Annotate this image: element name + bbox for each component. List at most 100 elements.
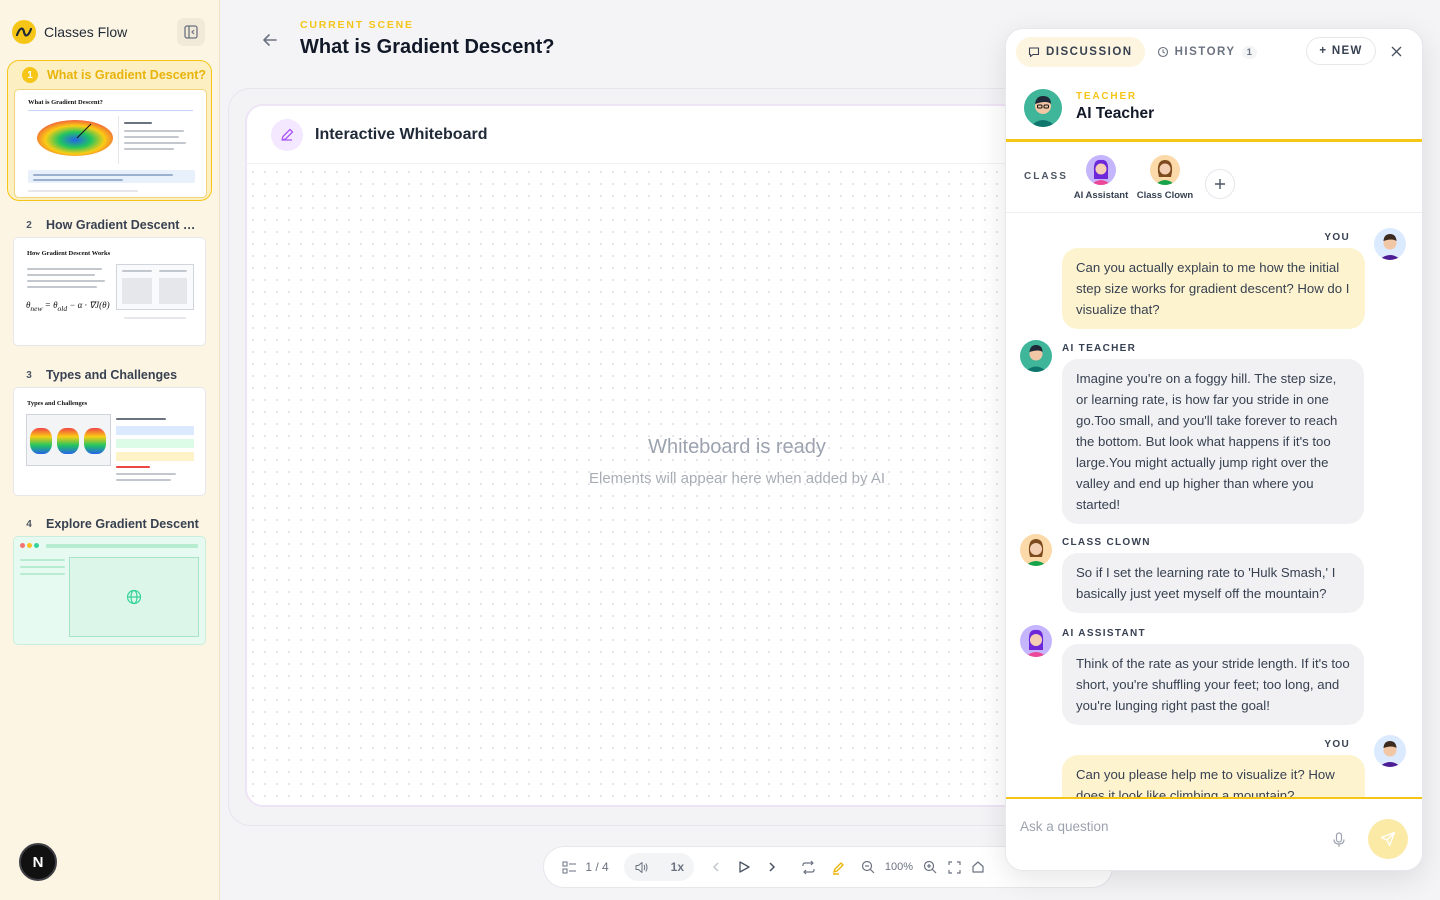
class-member-name: Class Clown: [1136, 190, 1194, 201]
home-button[interactable]: [968, 853, 988, 881]
user-avatar-button[interactable]: N: [19, 843, 57, 881]
whiteboard-ready-subtitle: Elements will appear here when added by …: [588, 470, 885, 487]
page-title: What is Gradient Descent?: [300, 36, 555, 58]
playback-speed-button[interactable]: 1x: [671, 860, 684, 874]
play-icon: [739, 861, 750, 873]
ai-assistant-avatar: [1020, 625, 1052, 657]
sidebar-header: Classes Flow: [12, 18, 205, 46]
tab-history[interactable]: HISTORY 1: [1145, 37, 1269, 67]
tab-label: HISTORY: [1174, 46, 1236, 58]
message-sender: AI TEACHER: [1062, 343, 1137, 354]
next-button[interactable]: [762, 853, 782, 881]
send-button[interactable]: [1368, 819, 1408, 859]
globe-icon: [126, 589, 142, 605]
user-avatar: [1374, 735, 1406, 767]
scene-thumbnail: How Gradient Descent Works θnew = θold −…: [13, 237, 206, 346]
message-bubble: So if I set the learning rate to 'Hulk S…: [1062, 553, 1364, 613]
close-icon: [1391, 46, 1401, 56]
zoom-level: 100%: [884, 861, 914, 873]
scene-item-3[interactable]: 3 Types and Challenges Types and Challeng…: [7, 361, 212, 501]
thumb-title: What is Gradient Descent?: [28, 99, 103, 106]
message-sender: AI ASSISTANT: [1062, 628, 1146, 639]
plus-icon: [1215, 179, 1225, 189]
class-member-ai-assistant[interactable]: AI Assistant: [1066, 155, 1136, 201]
annotate-button[interactable]: [828, 853, 848, 881]
play-button[interactable]: [734, 853, 754, 881]
fullscreen-button[interactable]: [944, 853, 964, 881]
scene-item-2[interactable]: 2 How Gradient Descent Works How Gradient…: [7, 211, 212, 351]
whiteboard-canvas[interactable]: Interactive Whiteboard Whiteboard is rea…: [245, 104, 1065, 807]
whiteboard-ready-title: Whiteboard is ready: [648, 436, 826, 458]
class-label: CLASS: [1024, 171, 1068, 182]
prev-button[interactable]: [706, 853, 726, 881]
scene-title: How Gradient Descent Works: [46, 218, 206, 232]
message-bubble: Think of the rate as your stride length.…: [1062, 644, 1364, 725]
app-title: Classes Flow: [44, 24, 128, 40]
scene-title: Explore Gradient Descent: [46, 517, 199, 531]
scene-number: 2: [26, 219, 32, 231]
history-count-badge: 1: [1241, 45, 1257, 59]
scene-list-button[interactable]: [560, 853, 578, 881]
send-icon: [1380, 831, 1396, 847]
loss-surface-graphic: [37, 120, 113, 156]
scene-title: Types and Challenges: [46, 368, 178, 382]
volume-icon[interactable]: [634, 860, 649, 875]
message-sender: YOU: [1324, 232, 1350, 243]
teacher-header: TEACHER AI Teacher: [1006, 85, 1422, 142]
class-member-name: AI Assistant: [1073, 190, 1129, 201]
zoom-in-button[interactable]: [920, 853, 940, 881]
new-discussion-button[interactable]: + NEW: [1306, 37, 1376, 65]
chat-panel: DISCUSSION HISTORY 1 + NEW TEACHER AI Te…: [1005, 28, 1423, 871]
repeat-icon: [801, 860, 815, 874]
chat-input-area: [1006, 797, 1422, 870]
microphone-icon: [1333, 832, 1345, 847]
page-indicator: 1 / 4: [585, 860, 609, 874]
message-bubble: Imagine you're on a foggy hill. The step…: [1062, 359, 1364, 524]
user-avatar: [1374, 228, 1406, 260]
whiteboard-title: Interactive Whiteboard: [315, 126, 488, 143]
message-bubble: Can you actually explain to me how the i…: [1062, 248, 1365, 329]
teacher-role-label: TEACHER: [1076, 91, 1137, 102]
thumb-title: Types and Challenges: [27, 400, 88, 407]
collapse-sidebar-button[interactable]: [177, 18, 205, 46]
chevron-left-icon: [712, 862, 719, 872]
ai-assistant-avatar: [1086, 155, 1116, 185]
chat-tabs: DISCUSSION HISTORY 1: [1016, 37, 1269, 67]
class-member-class-clown[interactable]: Class Clown: [1130, 155, 1200, 201]
class-clown-avatar: [1020, 534, 1052, 566]
current-scene-label: CURRENT SCENE: [300, 19, 414, 31]
app-logo-icon: [12, 20, 36, 44]
voice-input-button[interactable]: [1330, 831, 1348, 849]
scene-title: What is Gradient Descent?: [47, 68, 207, 82]
scene-item-4[interactable]: 4 Explore Gradient Descent: [7, 510, 212, 650]
zoom-in-icon: [923, 860, 937, 874]
history-icon: [1157, 46, 1168, 58]
thumb-title: How Gradient Descent Works: [27, 250, 111, 257]
highlighter-icon: [832, 861, 844, 875]
message-bubble: Can you please help me to visualize it? …: [1062, 755, 1365, 797]
arrow-left-icon: [263, 34, 277, 46]
chat-bubble-icon: [1028, 47, 1040, 58]
scene-item-1[interactable]: 1 What is Gradient Descent? What is Gradi…: [7, 60, 212, 201]
chevron-right-icon: [769, 862, 776, 872]
loop-button[interactable]: [798, 853, 818, 881]
zoom-out-icon: [861, 860, 875, 874]
scene-sidebar: Classes Flow 1 What is Gradient Descent? …: [0, 0, 220, 900]
sidebar-collapse-icon: [184, 25, 198, 39]
tab-discussion[interactable]: DISCUSSION: [1016, 37, 1145, 67]
zoom-out-button[interactable]: [858, 853, 878, 881]
teacher-avatar: [1024, 89, 1062, 127]
scene-thumbnail: What is Gradient Descent?: [14, 89, 207, 198]
close-panel-button[interactable]: [1386, 41, 1406, 61]
scene-number: 3: [26, 369, 32, 381]
scene-thumbnail: [13, 536, 206, 645]
add-class-member-button[interactable]: [1205, 169, 1235, 199]
teacher-name: AI Teacher: [1076, 105, 1155, 122]
ai-teacher-avatar: [1020, 340, 1052, 372]
message-list[interactable]: YOU Can you actually explain to me how t…: [1006, 214, 1422, 797]
tab-label: DISCUSSION: [1046, 46, 1133, 58]
message-sender: YOU: [1324, 739, 1350, 750]
question-input[interactable]: [1020, 819, 1320, 834]
back-button[interactable]: [258, 28, 282, 52]
pencil-icon: [271, 119, 303, 151]
